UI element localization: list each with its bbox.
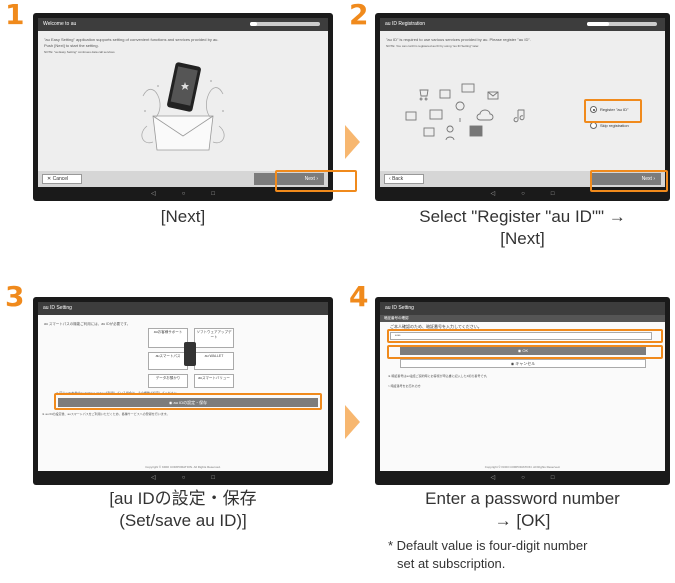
back-icon[interactable]: ◁ (491, 191, 496, 197)
home-icon[interactable]: ○ (521, 475, 525, 481)
next-step-arrow (345, 405, 360, 439)
footnote-line: * Default value is four-digit number (388, 538, 588, 553)
tablet-step-3: au ID Setting au スマートパスの機能ご利用には、au IDが必要… (33, 297, 333, 485)
step-number-1: 1 (5, 0, 25, 31)
footnote-line: set at subscription. (397, 556, 506, 571)
screen-au-id-setting: au ID Setting au スマートパスの機能ご利用には、au IDが必要… (38, 302, 328, 471)
service-box: auスマートバリュー (194, 374, 234, 388)
android-nav-bar: ◁ ○ □ (380, 473, 665, 483)
screen-title: Welcome to au (43, 21, 77, 27)
screen-title: au ID Setting (385, 305, 414, 311)
android-nav-bar: ◁ ○ □ (38, 473, 328, 483)
service-label: データお預かり (155, 376, 181, 380)
back-icon[interactable]: ◁ (151, 475, 156, 481)
step-number-2: 2 (349, 0, 369, 31)
progress-bar (587, 22, 657, 26)
gift-phone-illustration (141, 62, 225, 151)
body-line: NOTE: You can confirm registered au ID b… (386, 44, 480, 48)
android-nav-bar: ◁ ○ □ (380, 189, 665, 199)
body-line: NOTE: "au Easy Setting" continues data c… (44, 50, 115, 54)
home-icon[interactable]: ○ (182, 191, 186, 197)
back-label: Back (392, 176, 404, 182)
section-header: 暗証番号の確認 (380, 315, 665, 322)
input-highlight (387, 329, 663, 343)
copyright: Copyright © KDDI CORPORATION. All Rights… (484, 465, 561, 469)
service-box: auお客様サポート (148, 328, 188, 348)
tablet-step-4: au ID Setting 暗証番号の確認 ご本人確認のため、暗証番号を入力して… (375, 297, 670, 485)
service-box: au WALLET (194, 352, 234, 370)
caption-line: [Next] (500, 229, 545, 248)
caption-line: Select "Register "au ID"" → (419, 207, 626, 226)
service-label: auスマートパス (155, 354, 181, 358)
body-line: au スマートパスの機能ご利用には、au IDが必要です。 (44, 322, 131, 326)
caption-line: (Set/save au ID)] (119, 511, 247, 530)
back-button[interactable]: ‹ Back (384, 174, 424, 184)
service-box: ソフトウェアアップデート (194, 328, 234, 348)
save-highlight (54, 393, 322, 410)
service-label: ソフトウェアアップデート (196, 330, 232, 339)
screen-password: au ID Setting 暗証番号の確認 ご本人確認のため、暗証番号を入力して… (380, 302, 665, 471)
copyright: Copyright © KDDI CORPORATION. All Rights… (145, 465, 221, 469)
caption-line: [au IDの設定・保存 (109, 489, 257, 508)
body-text: "au Easy Setting" application supports s… (38, 31, 328, 55)
step-number-3: 3 (5, 280, 25, 313)
footnote: * Default value is four-digit number set… (388, 537, 673, 573)
step-4-caption: Enter a password number → [OK] (375, 488, 670, 532)
body-text: au スマートパスの機能ご利用には、au IDが必要です。 (38, 315, 328, 327)
step-number-4: 4 (349, 280, 369, 313)
title-bar: au ID Setting (38, 302, 328, 315)
title-bar: au ID Registration (380, 18, 665, 31)
cancel-label: キャンセル (515, 361, 536, 366)
option-label: Skip registration (600, 123, 629, 128)
recents-icon[interactable]: □ (211, 191, 215, 197)
screen-title: au ID Registration (385, 21, 426, 27)
screen-welcome: Welcome to au "au Easy Setting" applicat… (38, 18, 328, 187)
service-box: auスマートパス (148, 352, 188, 370)
recents-icon[interactable]: □ (551, 191, 555, 197)
caption-line: Enter a password number (425, 489, 620, 508)
cancel-button[interactable]: ◉ キャンセル (400, 359, 646, 368)
cancel-button[interactable]: ✕ Cancel (42, 174, 82, 184)
footer-note: ※ au IDの設定後、auスマートパスをご利用いただくため、各種サービスへの登… (42, 412, 170, 416)
notes: ※ 暗証番号はau電話ご契約時にお客様が申込書に記入した4桁の番号です。 (388, 374, 490, 378)
service-box: データお預かり (148, 374, 188, 388)
services-icons-illustration (405, 83, 525, 141)
caption-line: → [OK] (494, 511, 551, 530)
title-bar: au ID Setting (380, 302, 665, 315)
caption-line: [Next] (160, 207, 206, 226)
back-icon[interactable]: ◁ (491, 475, 496, 481)
forgot-link[interactable]: > 暗証番号をお忘れの方 (388, 384, 421, 388)
register-highlight (584, 99, 642, 123)
back-icon[interactable]: ◁ (151, 191, 156, 197)
skip-registration-option[interactable]: Skip registration (590, 122, 629, 129)
service-label: auお客様サポート (153, 330, 183, 334)
recents-icon[interactable]: □ (211, 475, 215, 481)
body-text: "au ID" is required to use various servi… (380, 31, 665, 49)
android-nav-bar: ◁ ○ □ (38, 189, 328, 199)
cancel-label: Cancel (52, 176, 69, 182)
tablet-step-1: Welcome to au "au Easy Setting" applicat… (33, 13, 357, 201)
screen-title: au ID Setting (43, 305, 72, 311)
step-3-caption: [au IDの設定・保存 (Set/save au ID)] (33, 488, 333, 532)
home-icon[interactable]: ○ (182, 475, 186, 481)
step-2-caption: Select "Register "au ID"" → [Next] (375, 206, 670, 250)
service-label: au WALLET (204, 354, 224, 358)
service-label: auスマートバリュー (198, 376, 230, 380)
radio-unselected[interactable] (590, 122, 597, 129)
phone-icon (184, 342, 196, 366)
step-1-caption: [Next] (33, 206, 333, 228)
title-bar: Welcome to au (38, 18, 328, 31)
tablet-step-2: au ID Registration "au ID" is required t… (375, 13, 670, 201)
next-step-arrow (345, 125, 360, 159)
progress-bar (250, 22, 320, 26)
home-icon[interactable]: ○ (521, 191, 525, 197)
recents-icon[interactable]: □ (551, 475, 555, 481)
ok-highlight (387, 345, 663, 359)
